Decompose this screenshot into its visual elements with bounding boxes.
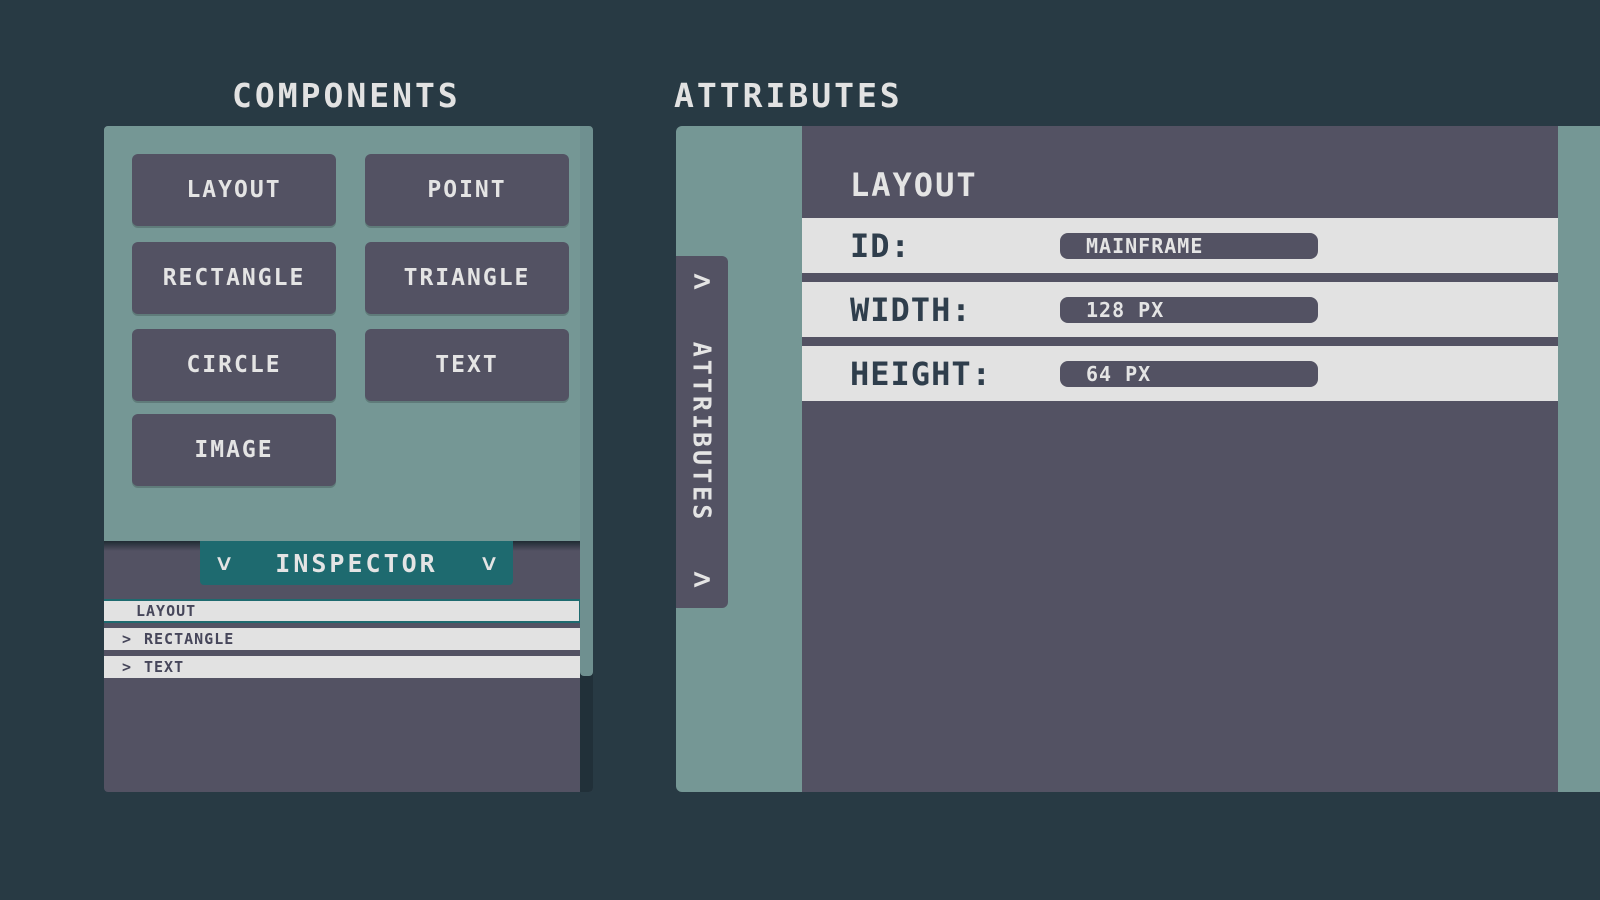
attribute-row-height: HEIGHT:: [802, 346, 1558, 401]
tree-item-layout[interactable]: LAYOUT: [104, 599, 581, 623]
tree-item-rectangle[interactable]: > RECTANGLE: [104, 628, 580, 650]
chevron-down-icon: ∨: [479, 550, 499, 576]
attribute-row-id: ID:: [802, 218, 1558, 273]
components-scrollbar-thumb[interactable]: [580, 126, 593, 676]
attribute-key: HEIGHT:: [850, 354, 992, 393]
image-component-button[interactable]: IMAGE: [132, 414, 336, 486]
tree-item-label: TEXT: [144, 658, 185, 676]
components-scrollbar[interactable]: [580, 126, 593, 792]
component-grid: LAYOUT POINT RECTANGLE TRIANGLE CIRCLE T…: [104, 126, 592, 541]
chevron-down-icon: ∨: [214, 550, 234, 576]
attributes-heading: ATTRIBUTES: [674, 76, 903, 115]
tree-item-label: RECTANGLE: [144, 630, 235, 648]
attributes-title: LAYOUT: [850, 166, 978, 204]
components-panel: LAYOUT POINT RECTANGLE TRIANGLE CIRCLE T…: [104, 126, 593, 792]
id-field[interactable]: [1060, 232, 1318, 259]
chevron-right-icon[interactable]: >: [676, 562, 728, 597]
layout-component-button[interactable]: LAYOUT: [132, 154, 336, 226]
height-field[interactable]: [1060, 360, 1318, 387]
triangle-component-button[interactable]: TRIANGLE: [365, 242, 569, 314]
circle-component-button[interactable]: CIRCLE: [132, 329, 336, 401]
attribute-key: WIDTH:: [850, 290, 972, 329]
attribute-key: ID:: [850, 226, 911, 265]
attributes-side-tab[interactable]: > ATTRIBUTES >: [676, 256, 728, 608]
chevron-right-icon[interactable]: >: [676, 264, 728, 299]
attributes-content: LAYOUT ID: WIDTH: HEIGHT:: [802, 126, 1558, 792]
rectangle-component-button[interactable]: RECTANGLE: [132, 242, 336, 314]
components-heading: COMPONENTS: [232, 76, 461, 115]
width-field[interactable]: [1060, 296, 1318, 323]
tree-item-text[interactable]: > TEXT: [104, 656, 585, 678]
chevron-right-icon[interactable]: >: [118, 630, 136, 648]
attributes-panel: > ATTRIBUTES > LAYOUT ID: WIDTH: HEIGHT:: [676, 126, 1600, 792]
inspector-label: INSPECTOR: [275, 548, 438, 578]
text-component-button[interactable]: TEXT: [365, 329, 569, 401]
point-component-button[interactable]: POINT: [365, 154, 569, 226]
attributes-side-tab-label: ATTRIBUTES: [687, 341, 717, 523]
chevron-right-icon[interactable]: >: [118, 658, 136, 676]
tree-item-label: LAYOUT: [136, 602, 197, 620]
inspector-toggle[interactable]: ∨ INSPECTOR ∨: [200, 541, 513, 585]
attribute-row-width: WIDTH:: [802, 282, 1558, 337]
